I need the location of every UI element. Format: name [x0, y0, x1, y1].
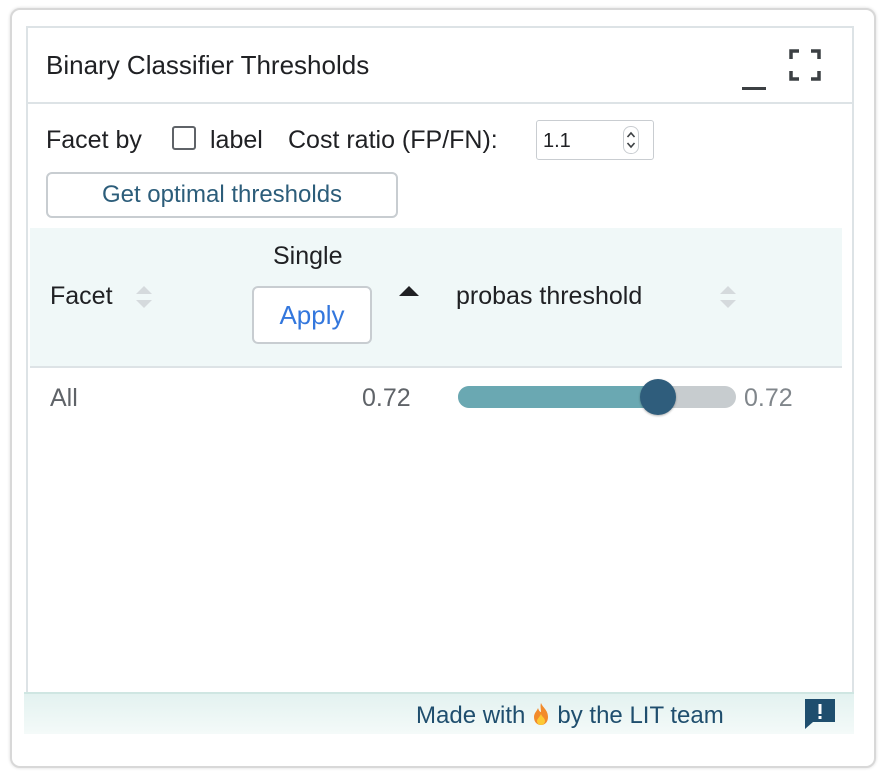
minimize-icon[interactable] [740, 74, 768, 94]
table-row: All 0.72 0.72 [30, 378, 842, 418]
facet-checkbox-label: label [210, 126, 263, 154]
facet-by-label: Facet by [46, 126, 142, 154]
slider-value: 0.72 [744, 384, 793, 412]
footer-by-team: by the LIT team [557, 702, 724, 729]
column-header-facet[interactable]: Facet [50, 282, 113, 311]
row-single-value: 0.72 [362, 384, 411, 412]
apply-button[interactable]: Apply [252, 286, 372, 344]
facet-label-checkbox[interactable] [172, 126, 196, 150]
module-title: Binary Classifier Thresholds [46, 50, 370, 80]
threshold-module: Binary Classifier Thresholds Facet by la… [26, 26, 854, 698]
column-header-single: Single [273, 242, 343, 270]
feedback-icon[interactable] [802, 696, 838, 732]
cost-ratio-value: 1.1 [543, 130, 571, 152]
row-facet: All [50, 384, 78, 412]
flame-icon [534, 703, 549, 725]
cost-ratio-label: Cost ratio (FP/FN): [288, 126, 498, 154]
get-optimal-thresholds-button[interactable]: Get optimal thresholds [46, 172, 398, 218]
sort-icon[interactable] [134, 282, 154, 312]
slider-fill [458, 386, 659, 408]
footer-made-with: Made with [416, 702, 526, 729]
column-header-probas-threshold[interactable]: probas threshold [456, 282, 642, 311]
footer-credit: Made with by the LIT team [416, 702, 724, 730]
cost-ratio-input[interactable]: 1.1 [536, 120, 654, 160]
table-header: Facet Single Apply probas threshold [30, 228, 842, 368]
fullscreen-icon[interactable] [788, 48, 822, 82]
slider-thumb[interactable] [640, 379, 677, 415]
footer: Made with by the LIT team [24, 692, 854, 734]
stepper-icon[interactable] [623, 126, 639, 154]
controls-row: Facet by label Cost ratio (FP/FN): 1.1 [46, 120, 846, 160]
sort-icon[interactable] [718, 282, 738, 312]
module-header: Binary Classifier Thresholds [28, 28, 852, 104]
probas-threshold-slider[interactable] [458, 379, 736, 415]
sort-ascending-icon[interactable] [398, 284, 420, 298]
